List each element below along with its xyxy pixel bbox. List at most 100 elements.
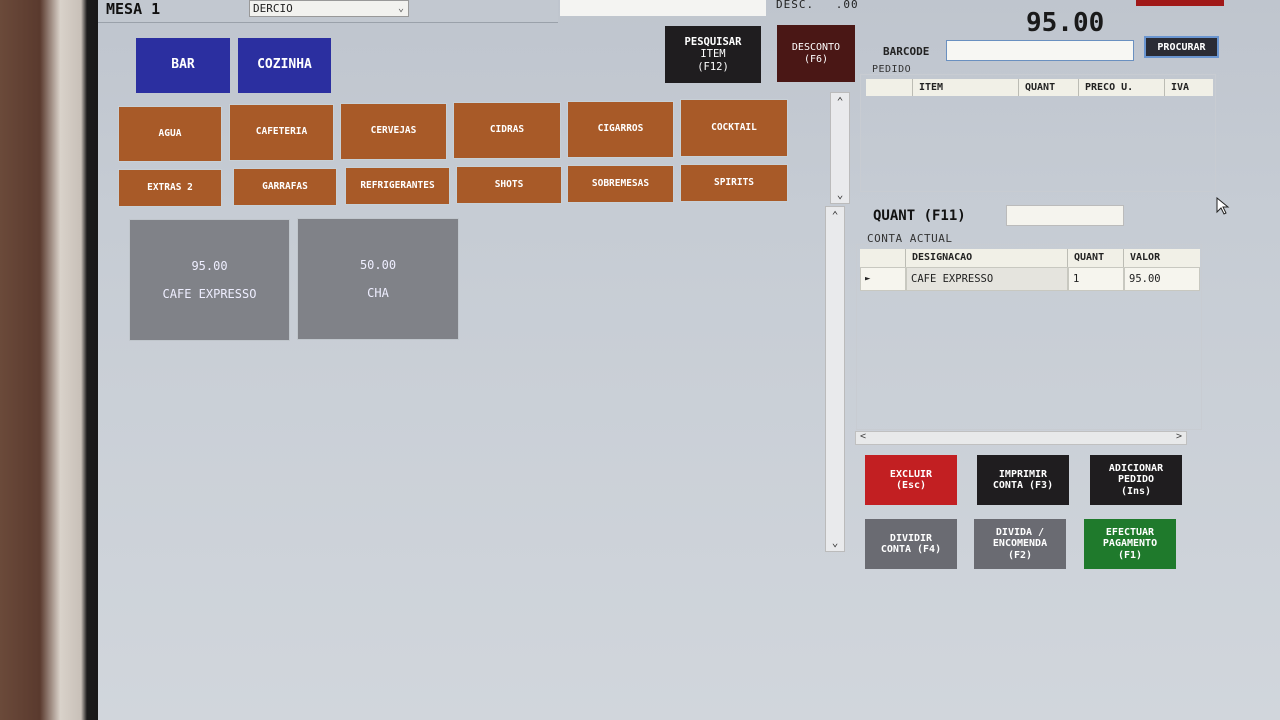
product-name: CHA <box>367 286 389 300</box>
category-label: BAR <box>171 57 195 73</box>
table-header-cell <box>860 249 906 267</box>
current-account-table[interactable]: DESIGNACAO QUANT VALOR ► CAFE EXPRESSO 1… <box>856 244 1202 430</box>
product-tile[interactable]: 50.00 CHA <box>297 218 459 340</box>
button-label: ITEM <box>700 48 726 61</box>
total-amount: 95.00 <box>1026 8 1105 38</box>
button-label: CONTA (F3) <box>992 480 1054 491</box>
button-label: DESCONTO <box>791 42 841 53</box>
button-label: (Esc) <box>895 480 927 491</box>
discount-label: DESC. <box>776 0 815 11</box>
subcategory-refrigerantes[interactable]: REFRIGERANTES <box>345 167 450 205</box>
subcategory-shots[interactable]: SHOTS <box>456 166 562 204</box>
button-label: PESQUISAR <box>684 36 742 49</box>
quantity-label: QUANT (F11) <box>873 208 966 224</box>
table-header-cell: VALOR <box>1124 249 1200 267</box>
make-payment-button[interactable]: EFECTUAR PAGAMENTO (F1) <box>1084 519 1176 569</box>
table-header-cell: IVA <box>1165 79 1213 96</box>
chevron-up-icon[interactable]: ⌃ <box>831 95 849 108</box>
order-table[interactable]: ITEM QUANT PRECO U. IVA <box>860 74 1216 192</box>
subcategory-cafeteria[interactable]: CAFETERIA <box>229 104 334 161</box>
button-label: PEDIDO <box>1117 474 1155 486</box>
account-horizontal-scrollbar[interactable]: < > <box>855 431 1187 445</box>
table-cell: CAFE EXPRESSO <box>906 267 1068 291</box>
pos-screen: MESA 1 DERCIO ⌄ DESC. .00 95.00 BAR COZI… <box>98 0 1280 720</box>
button-label: PAGAMENTO <box>1102 538 1158 550</box>
subcategory-label: EXTRAS 2 <box>147 181 193 193</box>
product-tile[interactable]: 95.00 CAFE EXPRESSO <box>129 219 290 341</box>
subcategory-cervejas[interactable]: CERVEJAS <box>340 103 447 160</box>
button-label: (F2) <box>1007 549 1033 561</box>
search-button[interactable]: PROCURAR <box>1144 36 1219 58</box>
split-account-button[interactable]: DIVIDIR CONTA (F4) <box>865 519 957 569</box>
chevron-left-icon[interactable]: < <box>860 431 866 442</box>
subcategory-sobremesas[interactable]: SOBREMESAS <box>567 165 674 203</box>
subcategory-label: CIGARROS <box>597 123 644 135</box>
subcategory-label: COCKTAIL <box>711 121 757 133</box>
table-header-cell <box>866 79 913 96</box>
subcategory-cigarros[interactable]: CIGARROS <box>567 101 674 158</box>
chevron-down-icon[interactable]: ⌄ <box>826 536 844 549</box>
button-label: PROCURAR <box>1157 41 1206 53</box>
chevron-down-icon[interactable]: ⌄ <box>831 188 849 201</box>
top-bar: MESA 1 DERCIO ⌄ <box>98 0 558 23</box>
barcode-label: BARCODE <box>883 45 930 58</box>
product-price: 50.00 <box>359 258 397 272</box>
chevron-down-icon: ⌄ <box>397 3 404 14</box>
category-scrollbar[interactable]: ⌃ ⌄ <box>830 92 850 204</box>
category-kitchen-button[interactable]: COZINHA <box>238 38 331 93</box>
table-header-cell: ITEM <box>913 79 1019 96</box>
product-name: CAFE EXPRESSO <box>162 287 257 301</box>
button-label: (F12) <box>697 60 729 73</box>
products-scrollbar[interactable]: ⌃ ⌄ <box>825 206 845 552</box>
top-white-field <box>560 0 766 16</box>
subcategory-label: CERVEJAS <box>370 125 417 137</box>
subcategory-label: CIDRAS <box>489 124 525 136</box>
quantity-input[interactable] <box>1006 205 1124 226</box>
delete-button[interactable]: EXCLUIR (Esc) <box>865 455 957 505</box>
barcode-input[interactable] <box>946 40 1134 61</box>
button-label: (Ins) <box>1120 485 1152 497</box>
discount-button[interactable]: DESCONTO (F6) <box>777 25 855 82</box>
subcategory-label: SPIRITS <box>713 176 755 188</box>
button-label: (F1) <box>1117 549 1143 561</box>
subcategory-label: SOBREMESAS <box>591 177 650 189</box>
waiter-name: DERCIO <box>253 2 293 15</box>
print-account-button[interactable]: IMPRIMIR CONTA (F3) <box>977 455 1069 505</box>
subcategory-cocktail[interactable]: COCKTAIL <box>680 99 788 157</box>
top-red-button[interactable] <box>1136 0 1224 6</box>
chevron-right-icon[interactable]: > <box>1176 431 1182 442</box>
button-label: DIVIDIR <box>889 532 933 544</box>
mouse-cursor-icon <box>1216 197 1230 215</box>
category-bar-button[interactable]: BAR <box>136 38 230 93</box>
table-header-cell: DESIGNACAO <box>906 249 1068 267</box>
row-selector[interactable]: ► <box>860 267 906 291</box>
subcategory-label: CAFETERIA <box>255 126 308 138</box>
debt-order-button[interactable]: DIVIDA / ENCOMENDA (F2) <box>974 519 1066 569</box>
button-label: (F6) <box>803 53 829 65</box>
chevron-up-icon[interactable]: ⌃ <box>826 209 844 222</box>
button-label: DIVIDA / <box>995 526 1045 538</box>
subcategory-extras-2[interactable]: EXTRAS 2 <box>118 169 222 207</box>
table-header-cell: PRECO U. <box>1079 79 1165 96</box>
table-label: MESA 1 <box>106 0 161 18</box>
discount-value: .00 <box>835 0 859 11</box>
subcategory-spirits[interactable]: SPIRITS <box>680 164 788 202</box>
subcategory-garrafas[interactable]: GARRAFAS <box>233 168 337 206</box>
subcategory-label: SHOTS <box>494 178 524 190</box>
button-label: ADICIONAR <box>1108 462 1164 474</box>
table-header-cell: QUANT <box>1019 79 1079 96</box>
search-item-button[interactable]: PESQUISAR ITEM (F12) <box>665 26 761 83</box>
subcategory-label: REFRIGERANTES <box>360 179 435 191</box>
button-label: IMPRIMIR <box>998 468 1048 480</box>
button-label: EXCLUIR <box>889 468 933 480</box>
waiter-select[interactable]: DERCIO ⌄ <box>249 0 409 17</box>
subcategory-label: GARRAFAS <box>262 180 308 192</box>
button-label: EFECTUAR <box>1105 526 1155 538</box>
product-price: 95.00 <box>191 259 228 273</box>
subcategory-cidras[interactable]: CIDRAS <box>453 102 561 159</box>
add-order-button[interactable]: ADICIONAR PEDIDO (Ins) <box>1090 455 1182 505</box>
button-label: CONTA (F4) <box>880 544 942 555</box>
discount-display: DESC. .00 <box>776 0 859 11</box>
category-label: COZINHA <box>257 57 312 73</box>
subcategory-agua[interactable]: AGUA <box>118 106 222 162</box>
